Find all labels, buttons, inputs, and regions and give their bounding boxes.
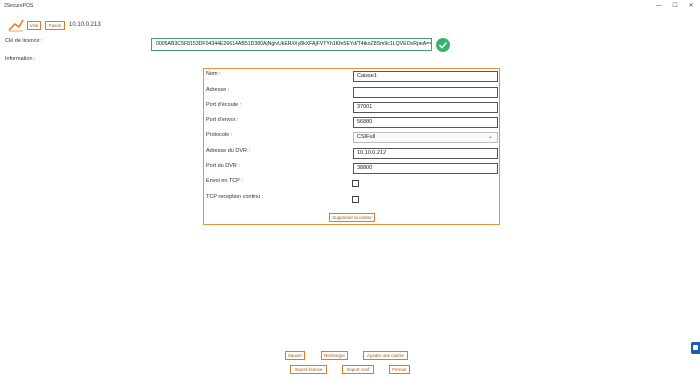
envoi-tcp-checkbox[interactable] (352, 180, 359, 187)
port-envoi-label: Port d'envoi : (206, 117, 238, 123)
check-icon[interactable] (436, 38, 450, 52)
import-licence-button[interactable]: Import licence (290, 365, 327, 374)
protocole-label: Protocole : (206, 132, 233, 138)
nom-input[interactable]: Caisse1 (353, 71, 498, 82)
port-envoi-input[interactable]: 56880 (353, 117, 498, 128)
information-label: Information : (5, 56, 36, 62)
close-button[interactable]: ✕ (685, 2, 697, 10)
window-title: 2SecurePOS (4, 3, 34, 9)
chevron-down-icon: ⌄ (487, 134, 493, 140)
port-ecoute-input[interactable]: 37001 (353, 102, 498, 113)
sauver-button[interactable]: Sauver (285, 351, 305, 360)
envoi-tcp-label: Envoi en TCP : (206, 178, 243, 184)
title-bar: 2SecurePOS — ☐ ✕ (0, 0, 700, 12)
side-panel-icon[interactable] (691, 342, 700, 354)
maximize-button[interactable]: ☐ (669, 2, 681, 10)
app-logo-icon (8, 19, 24, 32)
port-dvr-label: Port du DVR : (206, 163, 240, 169)
tcp-reception-label: TCP reception continu : (206, 194, 264, 200)
adresse-label: Adresse : (206, 87, 230, 93)
ajouter-caisse-button[interactable]: Ajouter une caisse (363, 351, 408, 360)
adresse-dvr-input[interactable]: 10.10.0.212 (353, 148, 498, 159)
recharger-button[interactable]: Recharger (321, 351, 348, 360)
port-ecoute-label: Port d'écoute : (206, 102, 242, 108)
license-label: Clé de licence : (5, 38, 43, 44)
adresse-input[interactable] (353, 87, 498, 98)
favori-button[interactable]: Favori (45, 21, 65, 30)
license-field[interactable]: 0005AB3C5F8153DF04344E26614AB51D380AjNgi… (151, 38, 432, 51)
protocole-value: CSIFull (357, 134, 376, 140)
fermer-button[interactable]: Fermer (389, 365, 410, 374)
import-conf-button[interactable]: Import conf (342, 365, 374, 374)
nom-label: Nom : (206, 71, 221, 77)
adresse-dvr-label: Adresse du DVR : (206, 148, 251, 154)
tcp-reception-checkbox[interactable] (352, 196, 359, 203)
view-button[interactable]: Vise (27, 21, 41, 30)
minimize-button[interactable]: — (653, 2, 665, 10)
ip-address: 10.10.0.213 (69, 22, 101, 28)
protocole-select[interactable]: CSIFull ⌄ (353, 132, 498, 143)
supprimer-caisse-button[interactable]: Supprimer la caisse (329, 213, 375, 222)
port-dvr-input[interactable]: 38800 (353, 163, 498, 174)
